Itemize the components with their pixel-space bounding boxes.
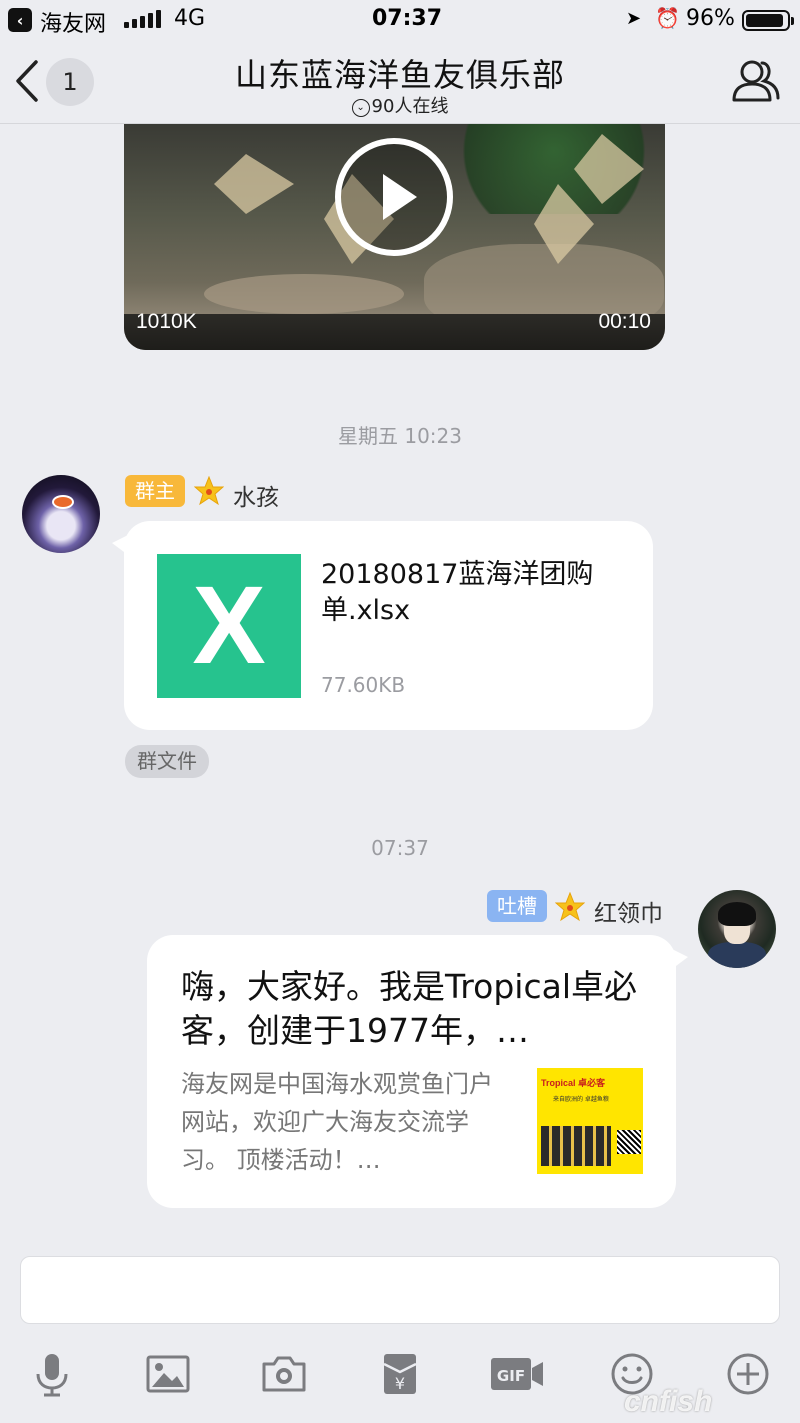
group-members-icon[interactable] bbox=[730, 56, 782, 104]
battery-percent: 96% bbox=[686, 6, 735, 31]
role-badge-owner: 群主 bbox=[125, 475, 185, 507]
role-badge-tucao: 吐槽 bbox=[487, 890, 547, 922]
red-packet-icon[interactable]: ¥ bbox=[376, 1350, 424, 1398]
chat-title[interactable]: 山东蓝海洋鱼友俱乐部 bbox=[0, 50, 800, 96]
sender-name[interactable]: 水孩 bbox=[233, 478, 279, 512]
alarm-icon: ⏰ bbox=[655, 6, 680, 30]
link-description: 海友网是中国海水观赏鱼门户网站，欢迎广大海友交流学习。 顶楼活动！… bbox=[181, 1070, 493, 1174]
camera-icon[interactable] bbox=[260, 1350, 308, 1398]
status-bar: ‹ 海友网 4G 07:37 ➤ ⏰ 96% bbox=[0, 0, 800, 40]
avatar[interactable] bbox=[22, 475, 100, 553]
gif-icon[interactable]: GIF bbox=[490, 1350, 544, 1398]
microphone-icon[interactable] bbox=[28, 1350, 76, 1398]
star-level-icon bbox=[194, 476, 224, 506]
video-size: 1010K bbox=[136, 310, 197, 333]
file-size: 77.60KB bbox=[321, 673, 406, 697]
star-level-icon bbox=[555, 892, 585, 922]
sender-name[interactable]: 红领巾 bbox=[594, 894, 663, 928]
link-thumbnail: Tropical 卓必客 来自欧洲的 卓越鱼粮 bbox=[537, 1068, 643, 1174]
online-count-label: 90人在线 bbox=[371, 96, 449, 117]
plus-icon[interactable] bbox=[724, 1350, 772, 1398]
video-duration: 00:10 bbox=[598, 310, 651, 333]
network-label: 4G bbox=[174, 6, 206, 31]
image-icon[interactable] bbox=[144, 1350, 192, 1398]
watermark: cnfish bbox=[624, 1385, 713, 1418]
chevron-down-icon: ⌄ bbox=[351, 99, 370, 117]
avatar[interactable] bbox=[698, 890, 776, 968]
battery-icon bbox=[742, 10, 794, 31]
back-to-app-icon[interactable]: ‹ bbox=[8, 8, 32, 32]
file-message-bubble[interactable]: X 20180817蓝海洋团购单.xlsx 77.60KB bbox=[112, 521, 653, 730]
message-timestamp: 07:37 bbox=[371, 836, 429, 860]
signal-icon bbox=[124, 10, 161, 28]
play-icon[interactable] bbox=[335, 138, 453, 256]
location-arrow-icon: ➤ bbox=[626, 8, 642, 29]
carrier-label: 海友网 bbox=[40, 12, 107, 37]
video-message[interactable]: 1010K 00:10 bbox=[124, 124, 665, 350]
group-file-tag[interactable]: 群文件 bbox=[125, 745, 209, 778]
online-count[interactable]: ⌄ 90人在线 bbox=[0, 92, 800, 118]
svg-text:¥: ¥ bbox=[395, 1374, 405, 1393]
message-timestamp: 星期五 10:23 bbox=[338, 424, 462, 448]
svg-text:GIF: GIF bbox=[497, 1367, 525, 1385]
link-share-bubble[interactable]: 嗨，大家好。我是Tropical卓必客，创建于1977年，… 海友网是中国海水观… bbox=[147, 935, 688, 1208]
clock: 07:37 bbox=[372, 6, 443, 31]
link-title: 嗨，大家好。我是Tropical卓必客，创建于1977年，… bbox=[181, 967, 637, 1050]
message-input[interactable] bbox=[20, 1256, 780, 1324]
nav-bar: 1 山东蓝海洋鱼友俱乐部 ⌄ 90人在线 bbox=[0, 40, 800, 124]
excel-file-icon: X bbox=[157, 554, 301, 698]
file-name: 20180817蓝海洋团购单.xlsx bbox=[321, 559, 594, 626]
qr-code-icon bbox=[617, 1130, 641, 1154]
